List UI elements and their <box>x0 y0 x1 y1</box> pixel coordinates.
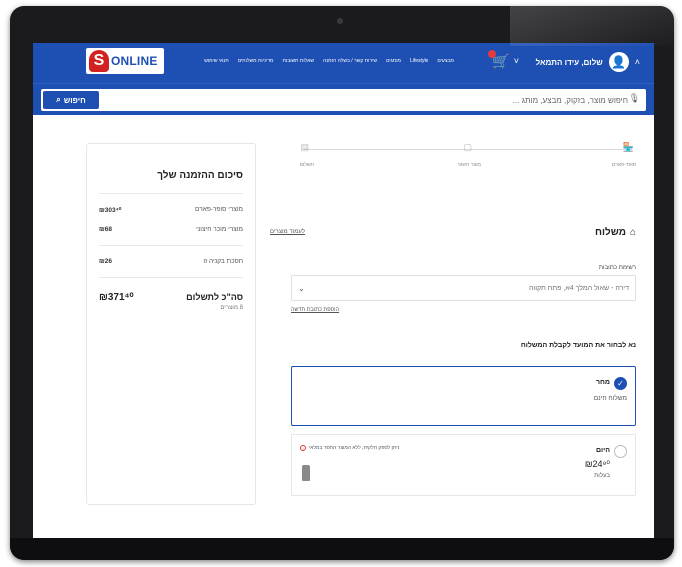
laptop-bezel <box>10 538 674 560</box>
top-navigation-bar: ˄ 👤 שלום, עידו התמאל ˅ 🛒 מבצעים Lifestyl… <box>33 43 654 83</box>
radio-button[interactable] <box>614 445 627 458</box>
product-thumbnail <box>302 465 310 481</box>
section-title: ⌂ משלוח <box>595 227 636 238</box>
chevron-up-icon[interactable]: ˄ <box>635 57 640 67</box>
slot-price-sub: בעלות <box>594 473 610 479</box>
summary-row-label: חסכת בקניה זו <box>203 258 243 265</box>
payment-icon: ▤ <box>300 142 309 152</box>
search-box: 🎙 חיפוש ⌕ <box>41 89 646 111</box>
summary-title: סיכום ההזמנה שלך <box>99 170 243 194</box>
info-icon: ! <box>300 445 306 451</box>
slot-note-text: ניתן לספק חלקית, ללא המוצר החסר במלאי <box>309 445 400 451</box>
slot-note: ניתן לספק חלקית, ללא המוצר החסר במלאי ! <box>300 445 399 451</box>
user-greeting[interactable]: שלום, עידו התמאל <box>536 58 603 67</box>
order-summary: סיכום ההזמנה שלך מוצרי סופר-פארם ₪303⁴⁰ … <box>86 143 256 505</box>
slot-prompt: נא לבחור את המועד לקבלת המשלוח <box>520 342 636 349</box>
chevron-down-icon: ⌄ <box>298 283 305 293</box>
slot-price: ₪24⁹⁰ <box>584 459 610 469</box>
address-value: דירה - שאול המלך 4א, פתח תקווה <box>528 284 629 292</box>
slot-name: היום <box>596 447 610 454</box>
cart-button[interactable]: ˅ 🛒 <box>488 50 519 68</box>
total-items-count: 8 מוצרים <box>220 305 243 311</box>
logo-mark: S <box>89 50 109 72</box>
nav-links: מבצעים Lifestyle מותגים שירות קשר / בשלה… <box>204 58 454 64</box>
summary-row-amount: ₪303⁴⁰ <box>99 207 122 214</box>
section-title-text: משלוח <box>595 227 626 238</box>
address-select[interactable]: דירה - שאול המלך 4א, פתח תקווה ⌄ <box>291 275 636 301</box>
nav-link[interactable]: מדיניות משלוחים <box>238 58 274 64</box>
nav-link[interactable]: שירות קשר / בשלה הזמנה <box>323 58 377 64</box>
user-menu[interactable]: ˄ 👤 שלום, עידו התמאל <box>536 52 640 72</box>
check-icon[interactable]: ✓ <box>614 377 627 390</box>
search-input[interactable] <box>41 89 646 111</box>
checkout-content: 🏪 סופר-פארם ▢ מוצר חיצוני ▤ תשלום ⌂ משלו… <box>33 115 654 535</box>
summary-row: חסכת בקניה זו ₪26 <box>99 258 243 265</box>
summary-row: מוצרי מוכר חיצוני ₪68 <box>99 226 243 233</box>
delivery-slot-today[interactable]: היום ₪24⁹⁰ בעלות ניתן לספק חלקית, ללא המ… <box>291 434 636 496</box>
slot-name: מחר <box>595 379 610 386</box>
chevron-down-icon[interactable]: ˅ <box>514 56 519 66</box>
store-icon: 🏪 <box>622 142 634 152</box>
site-logo[interactable]: S ONLINE <box>86 48 164 74</box>
address-block: רשימת כתובות דירה - שאול המלך 4א, פתח תק… <box>291 265 636 313</box>
total-label: סה"כ לתשלום <box>186 292 243 302</box>
back-to-products-link[interactable]: לעמוד מוצרים <box>270 229 305 235</box>
nav-link[interactable]: Lifestyle <box>410 58 428 64</box>
summary-savings: חסכת בקניה זו ₪26 <box>99 258 243 278</box>
search-bar: 🎙 חיפוש ⌕ <box>33 83 654 115</box>
step-label: תשלום <box>299 162 314 168</box>
nav-link[interactable]: מבצעים <box>437 58 454 64</box>
nav-link[interactable]: שאלות תשובות <box>282 58 314 64</box>
cart-badge <box>488 50 497 58</box>
camera-icon <box>337 18 343 24</box>
add-address-link[interactable]: הוספת כתובת חדשה <box>291 307 636 313</box>
summary-row-label: מוצרי סופר-פארם <box>195 206 243 213</box>
step-label: סופר-פארם <box>611 162 636 168</box>
nav-link[interactable]: תנאי שימוש <box>204 58 228 64</box>
cart-icon[interactable]: 🛒 <box>488 50 510 68</box>
summary-row-amount: ₪68 <box>99 226 112 233</box>
summary-items: מוצרי סופר-פארם ₪303⁴⁰ מוצרי מוכר חיצוני… <box>99 206 243 246</box>
laptop-frame: ˄ 👤 שלום, עידו התמאל ˅ 🛒 מבצעים Lifestyl… <box>10 6 674 560</box>
user-icon[interactable]: 👤 <box>608 52 629 72</box>
slot-sub: משלוח חינם <box>593 395 627 402</box>
summary-row-amount: ₪26 <box>99 258 112 265</box>
box-icon: ▢ <box>463 142 472 152</box>
home-icon: ⌂ <box>629 227 636 238</box>
nav-link[interactable]: מותגים <box>386 58 401 64</box>
address-label: רשימת כתובות <box>598 265 636 271</box>
delivery-slot-tomorrow[interactable]: ✓ מחר משלוח חינם <box>291 366 636 426</box>
search-button[interactable]: חיפוש ⌕ <box>43 91 99 109</box>
summary-row-label: מוצרי מוכר חיצוני <box>196 226 243 233</box>
checkout-steps: 🏪 סופר-פארם ▢ מוצר חיצוני ▤ תשלום <box>296 135 636 175</box>
microphone-icon[interactable]: 🎙 <box>629 93 640 104</box>
logo-text: ONLINE <box>111 54 158 68</box>
browser-screen: ˄ 👤 שלום, עידו התמאל ˅ 🛒 מבצעים Lifestyl… <box>33 43 654 538</box>
summary-total: סה"כ לתשלום 8 מוצרים ₪371⁴⁰ <box>99 292 243 311</box>
summary-row: מוצרי סופר-פארם ₪303⁴⁰ <box>99 206 243 214</box>
step-label: מוצר חיצוני <box>457 162 481 168</box>
search-button-label: חיפוש <box>63 95 86 105</box>
search-icon: ⌕ <box>56 95 61 104</box>
total-amount: ₪371⁴⁰ <box>99 292 134 303</box>
